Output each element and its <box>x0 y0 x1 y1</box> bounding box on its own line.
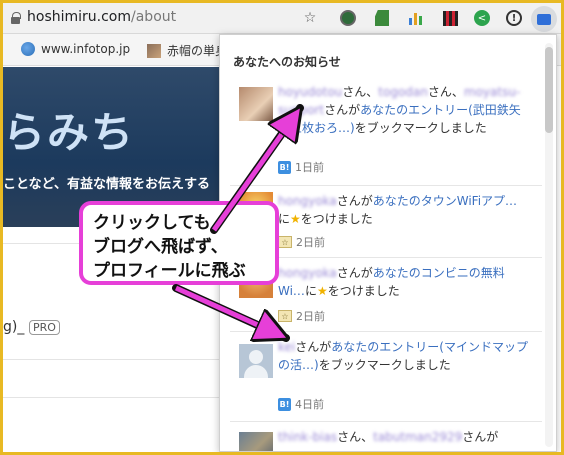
notification-item[interactable]: think-biasさん、tabutman2929さんが <box>220 422 542 451</box>
notification-item[interactable]: keiさんがあなたのエントリー(マインドマップの活…)をブックマークしました B… <box>220 332 542 420</box>
notification-meta: B! 4日前 <box>278 397 324 411</box>
entry-link[interactable]: あなたのタウンWiFiアプ… <box>373 194 517 208</box>
pro-badge: PRO <box>29 320 60 335</box>
extension-qr-icon[interactable] <box>441 9 459 27</box>
hatena-bookmark-icon: B! <box>278 397 291 411</box>
star-bookmark-icon[interactable]: ☆ <box>301 9 319 27</box>
notification-icon[interactable] <box>531 6 557 32</box>
annotation-callout: クリックしても ブログへ飛ばず、 プロフィールに飛ぶ <box>79 201 279 285</box>
notification-item[interactable]: hoyudotouさん、togodanさん、moyatsu-supportさんが… <box>220 77 542 185</box>
star-icon: ★ <box>290 212 301 226</box>
star-note-icon: ☆ <box>278 236 292 248</box>
extension-green-circle-icon[interactable] <box>339 9 357 27</box>
browser-window: hoshimiru.com/about ☆ < ! www.infotop.jp… <box>3 3 561 452</box>
avatar[interactable] <box>239 344 273 378</box>
notification-meta: B! 1日前 <box>278 160 324 174</box>
notification-text: hongyokaさんがあなたのタウンWiFiアプ…に★をつけました <box>278 194 518 226</box>
blog-subtitle: ことなど、有益な情報をお伝えする <box>3 177 210 192</box>
notification-meta: ☆ 2日前 <box>278 308 325 324</box>
avatar[interactable] <box>239 87 273 121</box>
extension-arrow-icon[interactable] <box>373 9 391 27</box>
star-icon: ★ <box>316 284 328 298</box>
blog-title: らみち <box>3 108 136 157</box>
hatena-bookmark-icon: B! <box>278 160 291 174</box>
extension-chart-icon[interactable] <box>407 9 425 27</box>
notification-text: hongyokaさんがあなたのコンビニの無料Wi…に★をつけました <box>278 266 505 298</box>
notification-text: think-biasさん、tabutman2929さんが <box>278 430 499 444</box>
url-field[interactable]: hoshimiru.com/about <box>27 9 176 25</box>
notification-text: keiさんがあなたのエントリー(マインドマップの活…)をブックマークしました <box>278 340 528 372</box>
page-text: g)_ <box>3 319 25 335</box>
scrollbar-thumb[interactable] <box>545 47 553 133</box>
notification-text: hoyudotouさん、togodanさん、moyatsu-supportさんが… <box>278 85 521 135</box>
globe-icon <box>21 42 35 56</box>
lock-icon <box>11 12 21 24</box>
panel-title: あなたへのお知らせ <box>233 55 341 69</box>
divider <box>3 359 228 360</box>
avatar[interactable] <box>239 432 273 451</box>
notification-meta: ☆ 2日前 <box>278 234 325 250</box>
divider <box>3 397 228 398</box>
bookmark-item[interactable]: 赤帽の単身 <box>147 42 227 59</box>
alert-icon[interactable]: ! <box>505 9 523 27</box>
bookmark-thumbnail-icon <box>147 43 161 58</box>
bookmark-item[interactable]: www.infotop.jp <box>21 42 130 56</box>
star-note-icon: ☆ <box>278 310 292 322</box>
share-icon[interactable]: < <box>473 9 491 27</box>
address-bar: hoshimiru.com/about ☆ < ! <box>3 3 561 34</box>
